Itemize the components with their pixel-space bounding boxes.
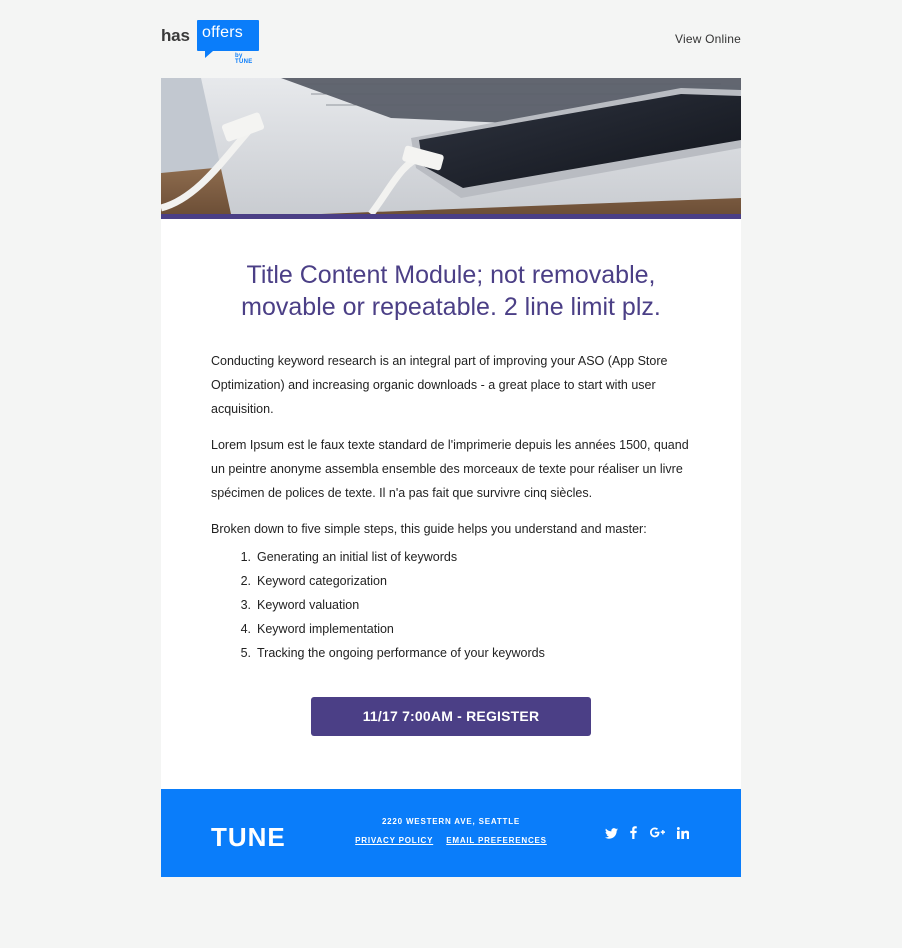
list-item: 1. Generating an initial list of keywords (233, 545, 691, 569)
step-text: Tracking the ongoing performance of your… (257, 646, 545, 660)
step-text: Generating an initial list of keywords (257, 550, 458, 564)
step-text: Keyword valuation (257, 598, 360, 612)
intro-paragraph: Conducting keyword research is an integr… (211, 354, 668, 416)
logo-has-text: has (161, 26, 190, 45)
view-online-link[interactable]: View Online (675, 32, 741, 46)
step-number: 4. (240, 622, 251, 636)
list-item: 4. Keyword implementation (233, 617, 691, 641)
content-module: Title Content Module; not removable, mov… (161, 219, 741, 789)
logo-speech-bubble: offers (197, 20, 259, 58)
logo-by-tune-text: by TUNE (235, 53, 253, 65)
step-text: Keyword categorization (257, 574, 387, 588)
step-number: 2. (240, 574, 251, 588)
email-container: has offers by TUNE View Online Title Con… (161, 0, 741, 877)
lorem-paragraph: Lorem Ipsum est le faux texte standard d… (211, 438, 689, 500)
steps-intro-paragraph: Broken down to five simple steps, this g… (211, 522, 647, 536)
twitter-icon[interactable] (604, 827, 618, 843)
email-footer: TUNE 2220 WESTERN AVE, SEATTLE PRIVACY P… (161, 789, 741, 877)
footer-address: 2220 WESTERN AVE, SEATTLE (381, 817, 521, 826)
facebook-icon[interactable] (630, 826, 637, 843)
register-button[interactable]: 11/17 7:00AM - REGISTER (311, 697, 591, 736)
hasoffers-logo[interactable]: has offers by TUNE (161, 20, 261, 65)
list-item: 5. Tracking the ongoing performance of yo… (233, 641, 691, 665)
list-item: 2. Keyword categorization (233, 569, 691, 593)
laptop-phone-illustration (161, 78, 741, 214)
content-title: Title Content Module; not removable, mov… (241, 261, 661, 321)
social-links (597, 826, 690, 843)
step-number: 1. (240, 550, 251, 564)
email-header: has offers by TUNE View Online (161, 0, 741, 78)
logo-offers-text: offers (202, 24, 243, 41)
email-preferences-link[interactable]: EMAIL PREFERENCES (446, 836, 547, 845)
list-item: 3. Keyword valuation (233, 593, 691, 617)
step-number: 5. (240, 646, 251, 660)
linkedin-icon[interactable] (677, 826, 690, 843)
cta-container: 11/17 7:00AM - REGISTER (211, 697, 691, 736)
privacy-policy-link[interactable]: PRIVACY POLICY (355, 836, 433, 845)
steps-list: 1. Generating an initial list of keywords… (211, 545, 691, 665)
step-text: Keyword implementation (257, 622, 394, 636)
logo-bubble-tail (205, 51, 213, 58)
step-number: 3. (240, 598, 251, 612)
hero-image (161, 78, 741, 214)
google-plus-icon[interactable] (649, 826, 665, 843)
